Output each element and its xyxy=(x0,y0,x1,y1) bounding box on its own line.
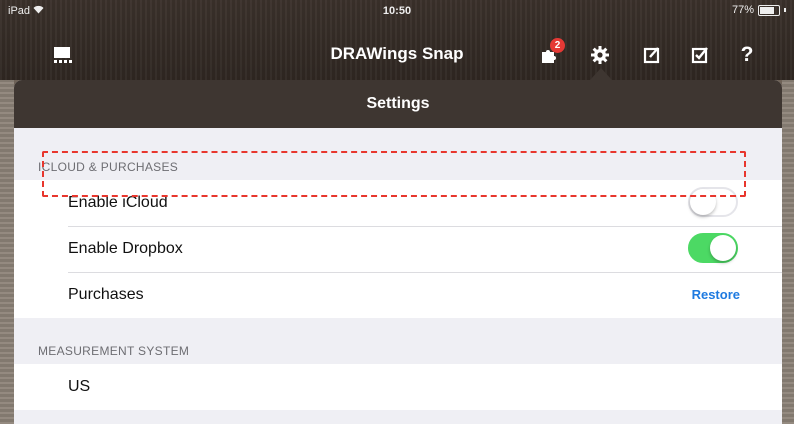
setting-row-us[interactable]: US xyxy=(14,364,782,410)
setting-label: Enable Dropbox xyxy=(68,240,183,257)
gear-icon[interactable] xyxy=(586,42,614,68)
edit-icon[interactable] xyxy=(638,42,666,68)
restore-button[interactable]: Restore xyxy=(692,287,740,302)
setting-label: Purchases xyxy=(68,286,144,303)
app-title: DRAWings Snap xyxy=(330,44,464,63)
popover-arrow xyxy=(590,68,612,80)
setting-row-dropbox: Enable Dropbox xyxy=(14,226,782,272)
status-time: 10:50 xyxy=(382,5,412,17)
setting-row-purchases: Purchases Restore xyxy=(14,272,782,318)
setting-label: US xyxy=(68,378,91,395)
battery-indicator: 77% xyxy=(732,4,786,16)
status-bar: iPad 10:50 77% xyxy=(0,0,794,22)
icloud-toggle[interactable] xyxy=(688,187,738,217)
setting-label: Enable iCloud xyxy=(68,194,168,211)
battery-percent: 77% xyxy=(731,4,754,16)
settings-popover: Settings ICLOUD & PURCHASES Enable iClou… xyxy=(14,80,782,424)
battery-icon xyxy=(758,4,780,16)
settings-title: Settings xyxy=(14,80,782,128)
help-icon[interactable]: ? xyxy=(733,42,761,68)
background-edge-left xyxy=(0,80,14,424)
section-header-measurement: MEASUREMENT SYSTEM xyxy=(38,344,190,358)
navigation-bar: DRAWings Snap 2 ? xyxy=(0,30,794,74)
notification-badge: 2 xyxy=(550,38,565,53)
puzzle-icon[interactable]: 2 xyxy=(535,38,565,68)
settings-group-measurement: US xyxy=(14,364,782,410)
background-edge-right xyxy=(782,80,794,424)
section-header-icloud: ICLOUD & PURCHASES xyxy=(38,160,179,174)
setting-row-icloud: Enable iCloud xyxy=(14,180,782,226)
checkbox-edit-icon[interactable] xyxy=(686,42,714,68)
dropbox-toggle[interactable] xyxy=(688,233,738,263)
settings-group-icloud: Enable iCloud Enable Dropbox Purchases R… xyxy=(14,180,782,318)
